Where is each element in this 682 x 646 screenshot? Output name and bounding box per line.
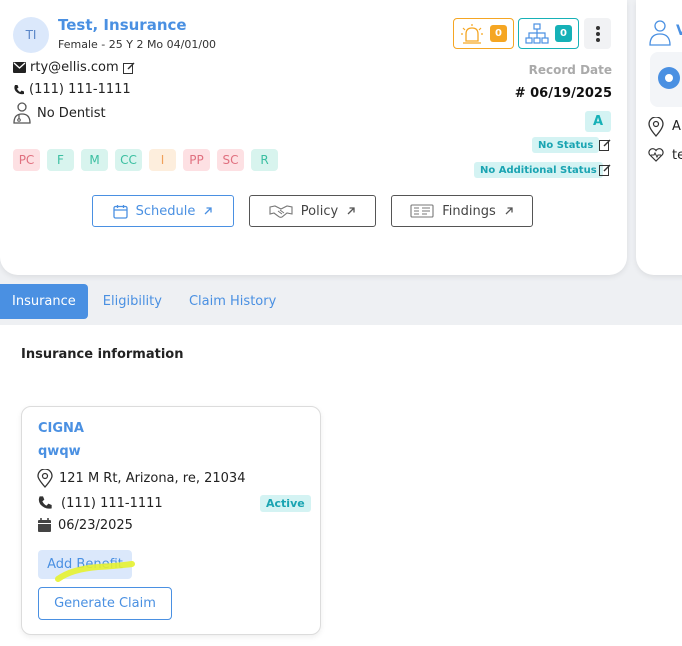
insurance-phone-row: (111) 111-1111: [37, 495, 163, 511]
tag-cc[interactable]: CC: [115, 149, 142, 171]
family-counter[interactable]: 0: [518, 18, 579, 49]
side-card-line2: te: [672, 148, 682, 163]
record-date-label: Record Date: [528, 63, 612, 77]
phone-row: (111) 111-1111: [13, 82, 131, 97]
tab-bar: Insurance Eligibility Claim History: [0, 283, 288, 319]
tab-insurance[interactable]: Insurance: [0, 283, 88, 319]
hierarchy-icon: [525, 22, 549, 44]
highlight-mark: [55, 561, 135, 582]
avatar: TI: [13, 17, 49, 53]
dentist-row: No Dentist: [13, 102, 106, 124]
findings-icon: [410, 204, 434, 218]
status-grade-badge[interactable]: A: [585, 111, 611, 132]
section-title: Insurance information: [21, 347, 184, 362]
policy-label: Policy: [300, 203, 339, 219]
tab-eligibility[interactable]: Eligibility: [91, 284, 174, 319]
insurance-date: 06/23/2025: [58, 517, 133, 533]
tag-r[interactable]: R: [251, 149, 278, 171]
tag-m[interactable]: M: [81, 149, 108, 171]
calendar-icon: [112, 204, 128, 219]
findings-button[interactable]: Findings: [391, 195, 533, 227]
phone-icon: [14, 84, 24, 94]
side-card-line1: Al: [672, 119, 682, 134]
patient-dentist: No Dentist: [37, 105, 106, 121]
patient-email: rty@ellis.com: [30, 60, 119, 75]
patient-card: TI Test, Insurance Female - 25 Y 2 Mo 04…: [0, 0, 627, 275]
calendar-icon: [38, 518, 51, 532]
siren-icon: [461, 23, 483, 44]
email-row: rty@ellis.com: [13, 60, 135, 75]
insurance-plan[interactable]: qwqw: [38, 444, 81, 459]
tag-i[interactable]: I: [149, 149, 176, 171]
location-icon: [37, 469, 53, 488]
tab-claim-history[interactable]: Claim History: [177, 284, 288, 319]
side-card: V Al te: [636, 0, 682, 275]
alerts-counter[interactable]: 0: [453, 18, 514, 49]
heartbeat-icon: [648, 148, 664, 162]
patient-phone: (111) 111-1111: [29, 82, 131, 97]
tag-pp[interactable]: PP: [183, 149, 210, 171]
policy-button[interactable]: Policy: [249, 195, 376, 227]
insurance-panel: Insurance information CIGNA qwqw 121 M R…: [0, 325, 682, 646]
edit-icon[interactable]: [122, 62, 135, 74]
family-count: 0: [555, 25, 572, 42]
insurance-status-badge: Active: [260, 495, 311, 512]
insurance-address: 121 M Rt, Arizona, re, 21034: [59, 471, 246, 486]
insurance-card: CIGNA qwqw 121 M Rt, Arizona, re, 21034 …: [21, 406, 321, 635]
location-icon: [648, 117, 664, 137]
alerts-count: 0: [490, 25, 507, 42]
phone-icon: [38, 496, 52, 509]
side-card-title: V: [676, 23, 682, 39]
insurance-carrier[interactable]: CIGNA: [38, 421, 84, 436]
edit-additional-status-icon[interactable]: [599, 164, 611, 176]
record-date-value: # 06/19/2025: [514, 86, 612, 101]
additional-status-chip: No Additional Status: [474, 162, 603, 178]
tag-pc[interactable]: PC: [13, 149, 40, 171]
schedule-button[interactable]: Schedule: [92, 195, 234, 227]
patient-name[interactable]: Test, Insurance: [58, 16, 187, 34]
findings-label: Findings: [442, 203, 496, 219]
arrow-up-right-icon: [347, 207, 355, 215]
patient-demographics: Female - 25 Y 2 Mo 04/01/00: [58, 38, 217, 51]
generate-claim-button[interactable]: Generate Claim: [38, 587, 172, 620]
tag-sc[interactable]: SC: [217, 149, 244, 171]
arrow-up-right-icon: [505, 207, 513, 215]
insurance-phone: (111) 111-1111: [61, 495, 163, 511]
patient-tags: PC F M CC I PP SC R: [13, 149, 278, 171]
insurance-date-row: 06/23/2025: [37, 517, 133, 533]
more-options-button[interactable]: [584, 18, 611, 49]
arrow-up-right-icon: [204, 207, 213, 215]
tag-f[interactable]: F: [47, 149, 74, 171]
insurance-address-row: 121 M Rt, Arizona, re, 21034: [37, 469, 245, 488]
doctor-icon: [13, 102, 31, 124]
edit-status-icon[interactable]: [599, 139, 611, 151]
envelope-icon: [13, 62, 26, 73]
doctor-icon: [649, 20, 671, 46]
handshake-icon: [269, 205, 293, 218]
status-chip: No Status: [532, 137, 600, 153]
schedule-label: Schedule: [135, 203, 196, 219]
